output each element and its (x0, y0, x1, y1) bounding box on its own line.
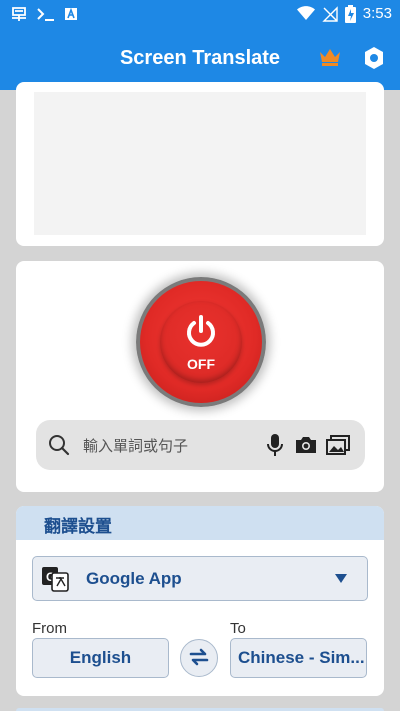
translation-settings-card: 翻譯設置 G Google App From To English Chines… (16, 506, 384, 696)
power-icon (187, 315, 215, 347)
app-bar: Screen Translate (0, 27, 400, 90)
search-icon (49, 435, 70, 456)
translation-settings-title: 翻譯設置 (44, 517, 112, 537)
status-right-icons: 3:53 (296, 4, 392, 23)
translation-settings-header: 翻譯設置 (16, 506, 384, 540)
swap-languages-button[interactable] (180, 639, 218, 677)
premium-button[interactable] (318, 47, 342, 69)
settings-icon (365, 47, 383, 69)
status-left-icons (10, 4, 78, 23)
accessibility-icon (65, 7, 77, 20)
engine-select[interactable]: G Google App (32, 556, 368, 601)
status-bar: 3:53 (0, 0, 400, 27)
gallery-icon[interactable] (326, 435, 350, 455)
to-language-button[interactable]: Chinese - Sim... (230, 638, 367, 678)
engine-label: Google App (86, 569, 182, 588)
terminal-icon (37, 7, 54, 21)
google-translate-icon: G (42, 567, 69, 592)
power-state-label: OFF (187, 356, 215, 372)
caret-down-icon (335, 574, 347, 583)
from-language-button[interactable]: English (32, 638, 169, 678)
settings-button[interactable] (362, 45, 386, 71)
app-notification-icon (12, 6, 26, 21)
to-label: To (230, 620, 246, 637)
mic-icon[interactable] (266, 433, 284, 457)
search-input[interactable] (81, 432, 255, 460)
from-label: From (32, 620, 67, 637)
no-sim-icon (322, 5, 338, 22)
wifi-icon (296, 6, 315, 20)
search-bar (36, 420, 365, 470)
status-time: 3:53 (362, 5, 392, 22)
power-toggle-button[interactable]: OFF (140, 281, 262, 403)
preview-card (16, 82, 384, 246)
swap-icon (189, 648, 209, 665)
crown-icon (320, 49, 340, 66)
camera-icon[interactable] (294, 435, 318, 455)
power-button-face: OFF (160, 301, 242, 383)
battery-charging-icon (344, 4, 356, 23)
preview-area (34, 92, 366, 235)
control-card: OFF (16, 261, 384, 492)
